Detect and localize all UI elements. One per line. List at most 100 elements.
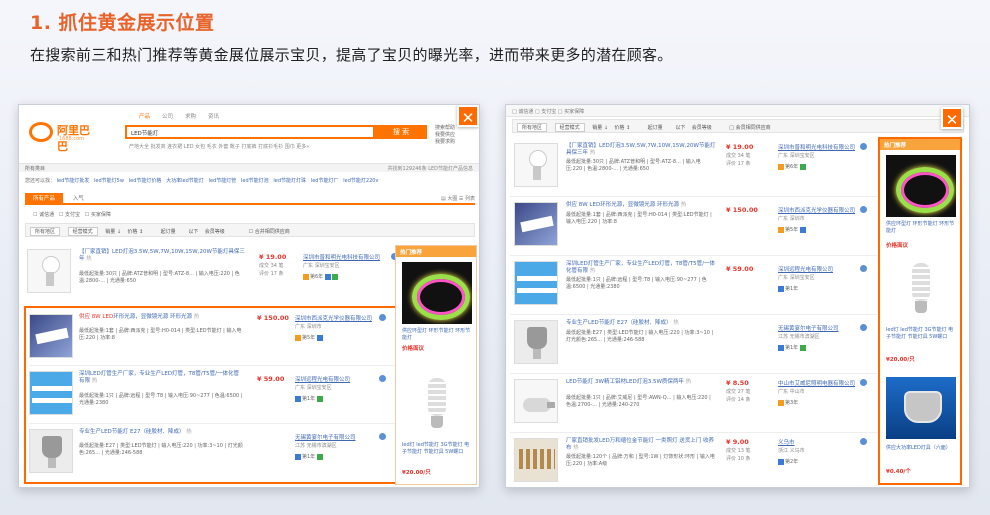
- hot-product-image[interactable]: [402, 374, 472, 436]
- supply-link[interactable]: 我要供应: [435, 132, 455, 139]
- supplier-link[interactable]: 深圳远程光电有限公司: [295, 375, 350, 383]
- supplier-link[interactable]: 无锡黄宴尔电子有限公司: [778, 324, 839, 332]
- search-tab-product[interactable]: 产品: [139, 112, 150, 120]
- tab-popular[interactable]: 入气: [65, 193, 92, 203]
- product-title[interactable]: LED节能灯 3W精工铝材LED灯泡3.5W质保两年 热: [566, 379, 716, 386]
- related-link[interactable]: 大功率led节能灯: [166, 178, 204, 184]
- sort-price[interactable]: 价格: [127, 229, 137, 235]
- merge-supplier-check[interactable]: ☐ 合并相同供应商: [249, 229, 290, 235]
- view-toggle[interactable]: ▤ 大图 ☰ 列表: [441, 195, 475, 202]
- region-select[interactable]: 所有地区: [517, 123, 548, 132]
- chat-icon[interactable]: [379, 433, 386, 440]
- supplier-link[interactable]: 无锡黄宴尔电子有限公司: [295, 433, 356, 441]
- search-tab-news[interactable]: 资讯: [208, 112, 219, 120]
- supplier-location: 广东 深圳宝安区: [778, 275, 815, 281]
- product-thumbnail[interactable]: [29, 429, 73, 473]
- product-thumbnail[interactable]: [29, 371, 73, 415]
- verified-icon: [295, 395, 301, 402]
- search-button[interactable]: 搜 索: [375, 125, 427, 139]
- product-title[interactable]: 深圳LED灯管生产厂家，专业生产LED灯管，T8管/T5管/一体化管有限 热: [79, 371, 239, 385]
- product-thumbnail[interactable]: [514, 202, 558, 246]
- hot-product-image[interactable]: [886, 377, 956, 439]
- product-title[interactable]: 【厂家直销】LED灯泡3.5W,5W,7W,10W,15W,20W节能灯具保三年…: [79, 249, 249, 263]
- chat-icon[interactable]: [860, 206, 867, 213]
- business-mode-select[interactable]: 经营模式: [554, 123, 585, 132]
- search-tab-buy[interactable]: 求购: [185, 112, 196, 120]
- merge-supplier-check[interactable]: □ 会员相同供应商: [729, 125, 770, 131]
- filter-checks[interactable]: □ 诚信通 □ 支付宝 □ 买家保障: [512, 109, 584, 115]
- product-title[interactable]: 【厂家直销】LED灯泡3.5W,5W,7W,10W,15W,20W节能灯具保三年…: [566, 143, 716, 157]
- sort-sales[interactable]: 销量: [592, 125, 602, 131]
- hot-product-caption[interactable]: 供应环型灯 环形节能灯 环形节能灯: [886, 221, 958, 235]
- min-order-filter[interactable]: 起订量: [161, 229, 176, 235]
- hot-product-caption[interactable]: led灯 led节能灯 3G节能灯 电子节能灯 节能灯具 5W螺口: [886, 327, 958, 341]
- hot-product-caption[interactable]: 供应环型灯 环形节能灯 环形节能灯: [402, 328, 474, 342]
- related-link[interactable]: led节能灯灯珠: [273, 178, 306, 184]
- supplier-link[interactable]: 中山市艾威尼照明电器有限公司: [778, 379, 855, 387]
- search-help-link[interactable]: 搜索帮助: [435, 125, 455, 132]
- chat-icon[interactable]: [379, 375, 386, 382]
- related-link[interactable]: led节能灯价格: [129, 178, 162, 184]
- region-select[interactable]: 所有地区: [30, 227, 61, 236]
- product-thumbnail[interactable]: [514, 261, 558, 305]
- related-link[interactable]: led节能灯批发: [57, 178, 90, 184]
- sort-sales[interactable]: 销量: [105, 229, 115, 235]
- product-thumbnail[interactable]: [514, 438, 558, 482]
- product-title[interactable]: 专业生产LED节能灯 E27（硅胶材、降成） 热: [79, 429, 249, 436]
- hot-product-caption[interactable]: 供应大功率LED灯具（六面）: [886, 445, 958, 452]
- buy-link[interactable]: 我要求购: [435, 139, 455, 146]
- hot-tag: 热: [685, 379, 692, 385]
- check-chengxintong[interactable]: ☐ 诚信通: [33, 212, 54, 218]
- search-input[interactable]: LED节能灯: [125, 125, 375, 139]
- product-thumbnail[interactable]: [514, 320, 558, 364]
- min-order-filter[interactable]: 起订量: [648, 125, 663, 131]
- hot-product-image[interactable]: [886, 259, 956, 321]
- close-icon[interactable]: ✕: [941, 107, 963, 129]
- supplier-link[interactable]: 义乌市: [778, 438, 795, 446]
- alibaba-logo[interactable]: 阿里巴巴 1688.com: [29, 120, 99, 153]
- product-title[interactable]: 专业生产LED节能灯 E27（硅胶材、降成） 热: [566, 320, 716, 327]
- hot-tag: 热: [86, 256, 92, 262]
- product-title[interactable]: 厂家直销批发LED万和缩位金节能灯 一类照灯 送货上门 收养布 热: [566, 438, 716, 452]
- related-link[interactable]: led节能灯5w: [94, 178, 124, 184]
- product-title[interactable]: 深圳LED灯管生产厂家，专业生产LED灯管，T8管/T5管/一体化管有限 热: [566, 261, 716, 275]
- chat-icon[interactable]: [860, 379, 867, 386]
- sort-price[interactable]: 价格: [614, 125, 624, 131]
- supplier-link[interactable]: 深圳市西派克光学仪器有限公司: [778, 206, 855, 214]
- supplier-link[interactable]: 深圳市普和明光电科技有限公司: [778, 143, 855, 151]
- business-mode-select[interactable]: 经营模式: [67, 227, 98, 236]
- supplier-link[interactable]: 深圳市西派克光学仪器有限公司: [295, 314, 372, 322]
- breadcrumb-all-categories[interactable]: 所有类目: [25, 166, 45, 172]
- check-buyer-protection[interactable]: ☐ 买家保障: [85, 212, 111, 218]
- search-tab-company[interactable]: 公司: [162, 112, 173, 120]
- chat-icon[interactable]: [860, 324, 867, 331]
- tab-all-products[interactable]: 所有产品: [25, 193, 64, 203]
- chat-icon[interactable]: [860, 143, 867, 150]
- product-title[interactable]: 供应 8W LED环形光源，显微镜光源 环形光源 热: [566, 202, 716, 209]
- supplier-badges: 第5年: [778, 226, 807, 233]
- title-text: 环形光源，显微镜光源 环形光源: [113, 314, 192, 320]
- member-level-filter[interactable]: 会员等级: [205, 229, 225, 235]
- hot-keywords[interactable]: 产地大全 批发商 连衣裙 LED 女包 毛衣 外套 靴子 打底裤 打底衫毛衫 围…: [129, 143, 309, 150]
- chat-icon[interactable]: [860, 438, 867, 445]
- close-icon[interactable]: ✕: [457, 105, 479, 127]
- related-link[interactable]: led节能灯厂: [311, 178, 339, 184]
- product-thumbnail[interactable]: [27, 249, 71, 293]
- product-thumbnail[interactable]: [514, 379, 558, 423]
- related-link[interactable]: led节能灯管: [209, 178, 237, 184]
- related-link[interactable]: led节能灯220v: [343, 178, 378, 184]
- check-alipay[interactable]: ☐ 支付宝: [59, 212, 80, 218]
- hot-product-image[interactable]: [402, 262, 472, 324]
- chat-icon[interactable]: [379, 314, 386, 321]
- product-price: ¥ 8.50: [726, 379, 749, 387]
- supplier-link[interactable]: 深圳市普和明光电科技有限公司: [303, 253, 380, 261]
- product-title[interactable]: 供应 8W LED环形光源，显微镜光源 环形光源 热: [79, 314, 249, 321]
- product-thumbnail[interactable]: [29, 314, 73, 358]
- supplier-link[interactable]: 深圳远程光电有限公司: [778, 265, 833, 273]
- product-thumbnail[interactable]: [514, 143, 558, 187]
- chat-icon[interactable]: [860, 265, 867, 272]
- related-link[interactable]: led节能灯泡: [241, 178, 269, 184]
- hot-product-caption[interactable]: led灯 led节能灯 3G节能灯 电子节能灯 节能灯具 5W螺口: [402, 442, 474, 456]
- member-level-filter[interactable]: 会员等级: [692, 125, 712, 131]
- hot-product-image[interactable]: [886, 155, 956, 217]
